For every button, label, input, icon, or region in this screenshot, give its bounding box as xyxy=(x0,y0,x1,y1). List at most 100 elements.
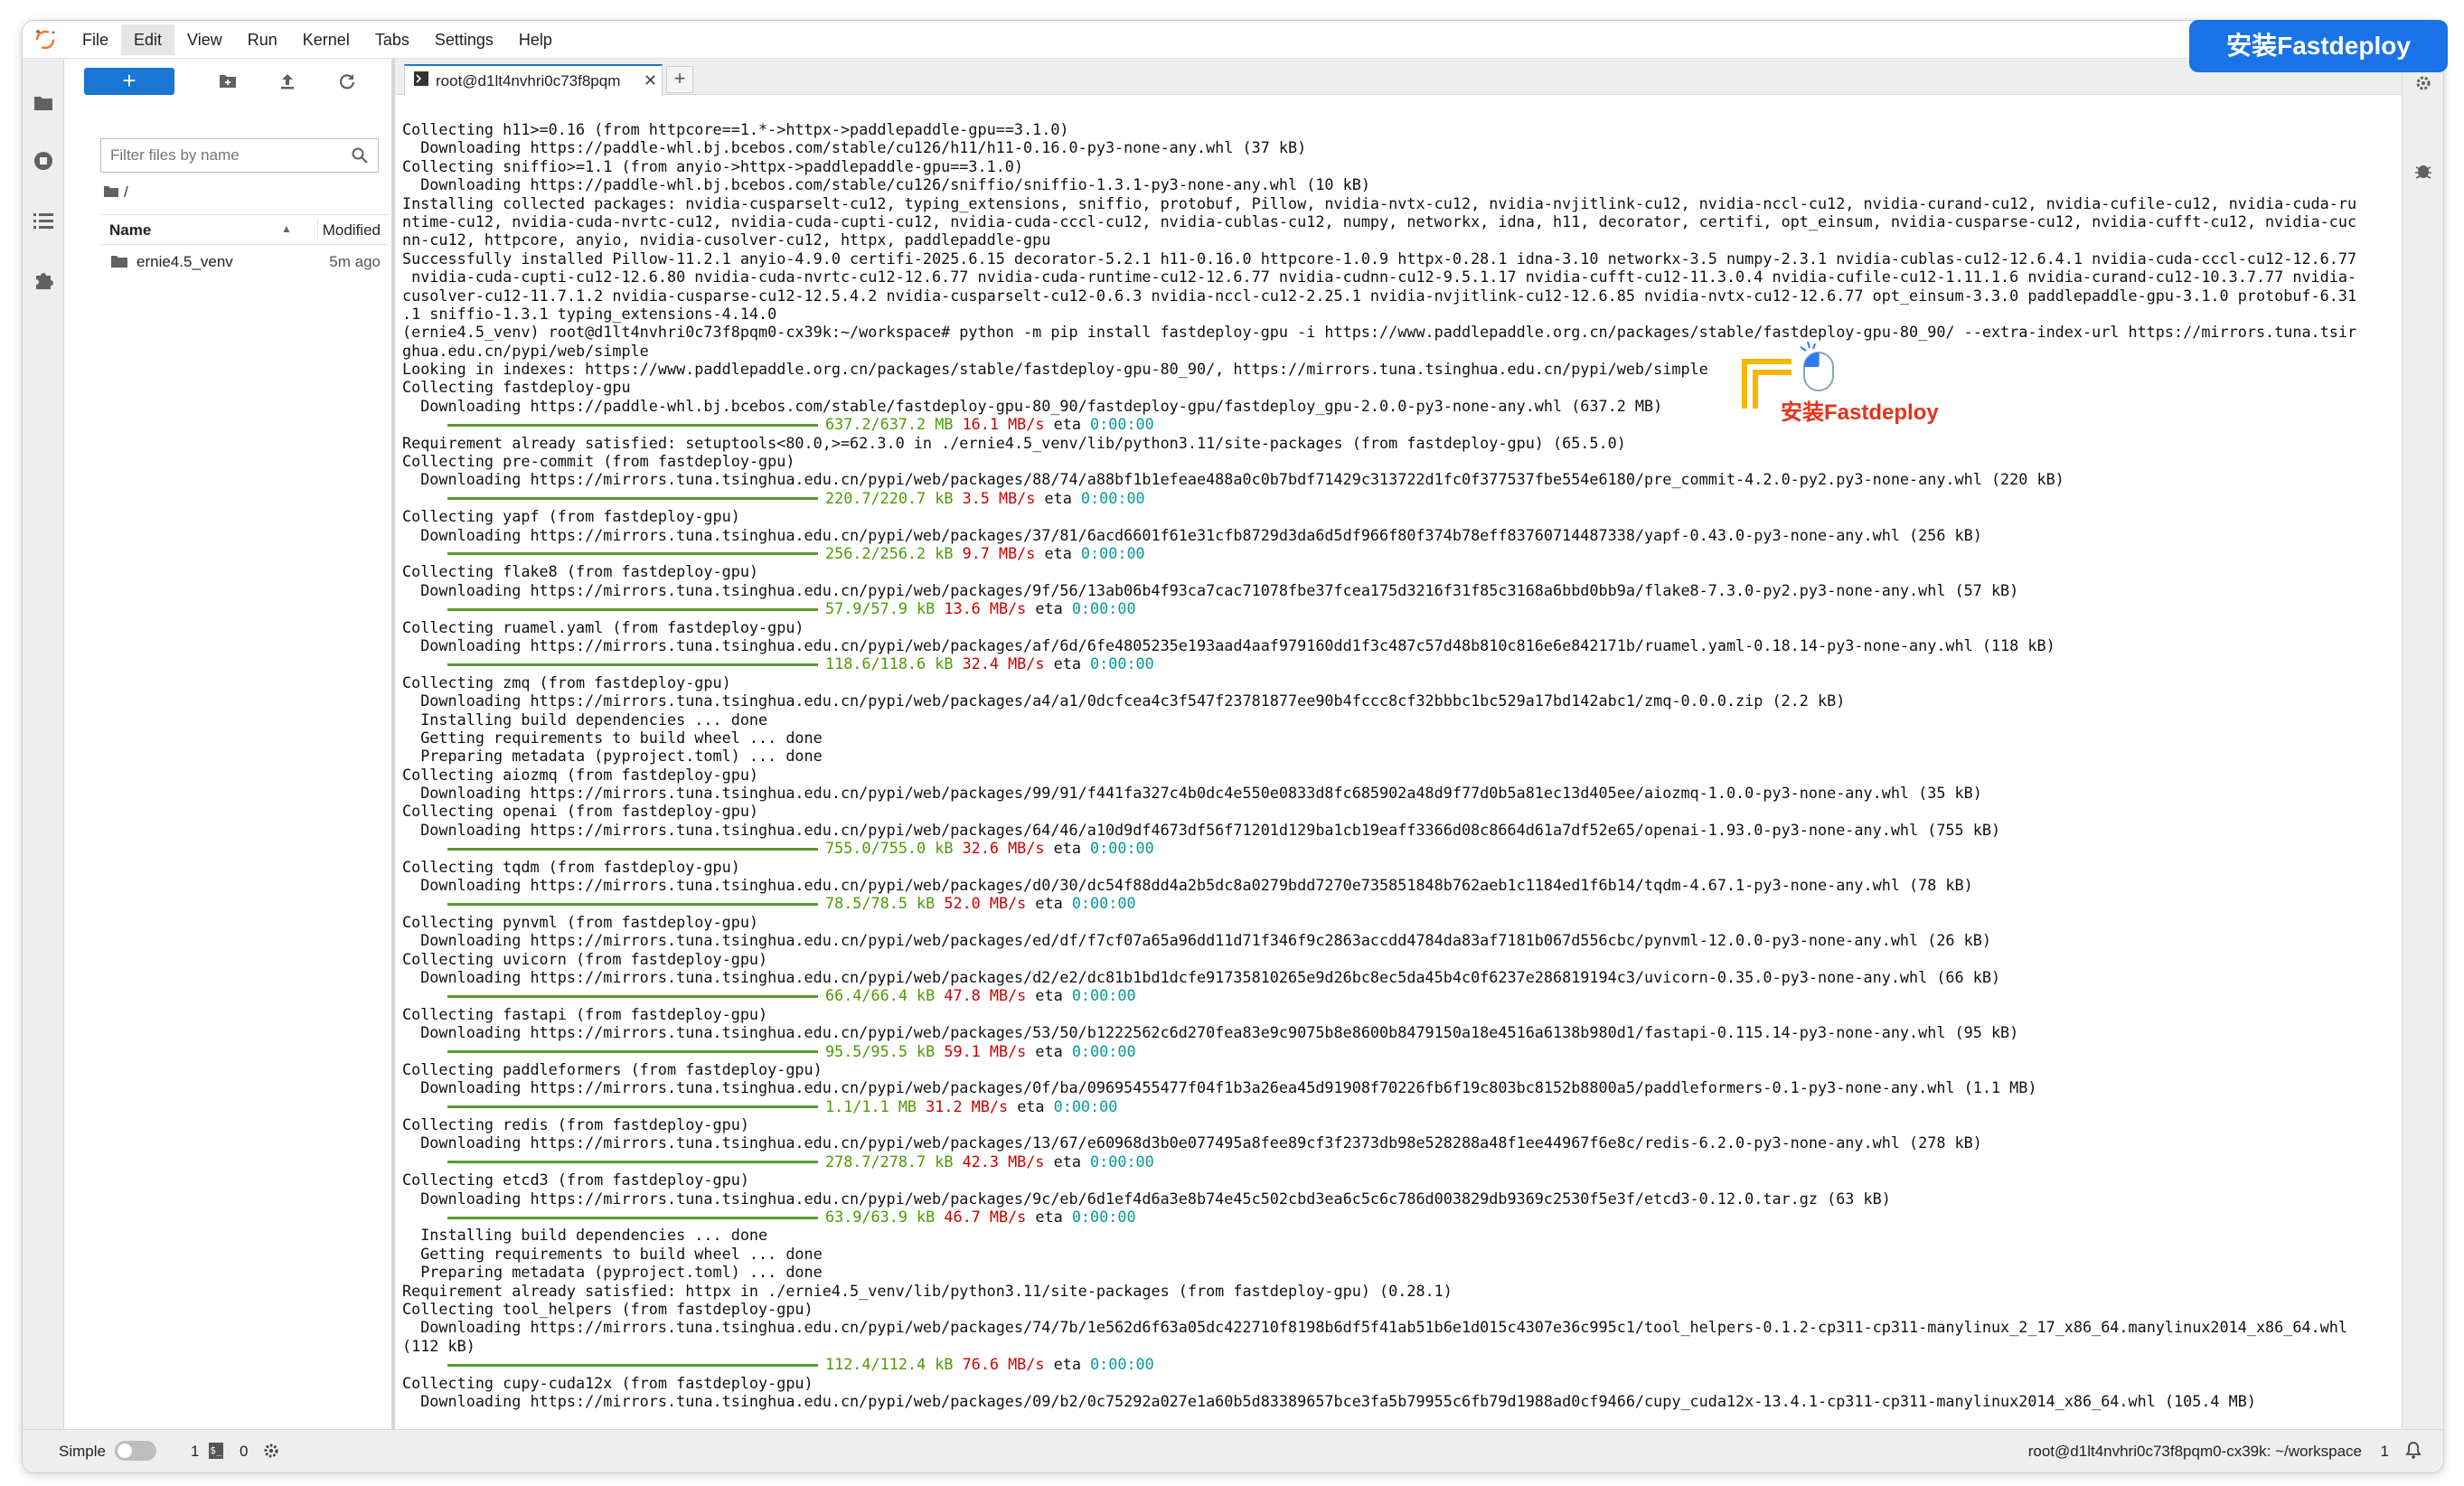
progress-line: 95.5/95.5 kB 59.1 MB/s eta 0:00:00 xyxy=(402,1042,2402,1060)
download-speed: 52.0 MB/s xyxy=(944,894,1027,913)
progress-line: 637.2/637.2 MB 16.1 MB/s eta 0:00:00 xyxy=(402,415,2402,433)
download-speed: 59.1 MB/s xyxy=(944,1041,1027,1060)
progress-bar xyxy=(447,552,818,556)
terminal-line: Downloading https://mirrors.tuna.tsinghu… xyxy=(402,1023,2019,1042)
download-speed: 9.7 MB/s xyxy=(962,543,1036,562)
menu-tabs[interactable]: Tabs xyxy=(362,24,422,55)
download-speed: 16.1 MB/s xyxy=(962,415,1045,434)
column-divider xyxy=(317,219,318,240)
extension-manager-icon[interactable] xyxy=(30,267,57,294)
notification-count: 1 xyxy=(2380,1443,2389,1460)
eta-time: 0:00:00 xyxy=(1071,1208,1136,1227)
notification-bell-icon[interactable] xyxy=(2405,1441,2422,1463)
progress-line: 755.0/755.0 kB 32.6 MB/s eta 0:00:00 xyxy=(402,839,2402,857)
download-speed: 32.6 MB/s xyxy=(962,839,1045,858)
eta-label: eta xyxy=(1035,894,1063,913)
terminal-line: Requirement already satisfied: setuptool… xyxy=(402,433,1626,452)
terminal-line: (ernie4.5_venv) root@d1lt4nvhri0c73f8pqm… xyxy=(402,323,2357,342)
progress-bar xyxy=(447,663,818,666)
download-size: 637.2/637.2 MB xyxy=(825,415,954,434)
menu-kernel[interactable]: Kernel xyxy=(290,24,362,55)
progress-line: 118.6/118.6 kB 32.4 MB/s eta 0:00:00 xyxy=(402,654,2402,672)
simple-mode-label: Simple xyxy=(59,1443,106,1460)
terminal-line: Collecting tqdm (from fastdeploy-gpu) xyxy=(402,857,740,876)
menu-edit[interactable]: Edit xyxy=(121,24,175,55)
file-list-item[interactable]: ernie4.5_venv 5m ago xyxy=(100,249,388,276)
refresh-icon[interactable] xyxy=(335,70,359,93)
terminal-line: Collecting pre-commit (from fastdeploy-g… xyxy=(402,452,795,471)
sort-ascending-icon[interactable]: ▲ xyxy=(281,222,292,235)
search-icon xyxy=(351,146,369,169)
eta-label: eta xyxy=(1035,1041,1063,1060)
new-launcher-button[interactable]: + xyxy=(84,68,174,95)
upload-icon[interactable] xyxy=(276,70,299,93)
mouse-click-icon xyxy=(1799,341,1839,397)
running-sessions-icon[interactable] xyxy=(30,147,57,174)
progress-line: 256.2/256.2 kB 9.7 MB/s eta 0:00:00 xyxy=(402,544,2402,562)
progress-line: 57.9/57.9 kB 13.6 MB/s eta 0:00:00 xyxy=(402,599,2402,617)
terminal-line: Downloading https://mirrors.tuna.tsinghu… xyxy=(402,525,1982,544)
eta-time: 0:00:00 xyxy=(1090,415,1154,434)
progress-line: 63.9/63.9 kB 46.7 MB/s eta 0:00:00 xyxy=(402,1208,2402,1226)
terminal-output[interactable]: Collecting h11>=0.16 (from httpcore==1.*… xyxy=(402,120,2402,1422)
kernel-gear-icon[interactable] xyxy=(263,1443,279,1463)
new-folder-icon[interactable] xyxy=(216,70,240,93)
progress-bar xyxy=(447,1216,818,1219)
progress-bar xyxy=(447,902,818,906)
download-size: 1.1/1.1 MB xyxy=(825,1096,917,1115)
eta-label: eta xyxy=(1053,839,1081,858)
eta-time: 0:00:00 xyxy=(1090,1152,1154,1171)
table-of-contents-icon[interactable] xyxy=(30,207,57,234)
terminal-line: Downloading https://paddle-whl.bj.bcebos… xyxy=(402,396,1663,415)
terminal-line: Collecting fastapi (from fastdeploy-gpu) xyxy=(402,1004,768,1023)
tab-terminal[interactable]: root@d1lt4nvhri0c73f8pqm ✕ xyxy=(404,64,663,96)
download-speed: 76.6 MB/s xyxy=(962,1355,1045,1374)
menu-settings[interactable]: Settings xyxy=(422,24,506,55)
close-icon[interactable]: ✕ xyxy=(644,71,657,90)
menubar: File Edit View Run Kernel Tabs Settings … xyxy=(23,21,2443,59)
download-size: 755.0/755.0 kB xyxy=(825,839,954,858)
download-speed: 13.6 MB/s xyxy=(944,599,1027,618)
terminal-line: Preparing metadata (pyproject.toml) ... … xyxy=(402,747,823,766)
terminal-line: Downloading https://mirrors.tuna.tsinghu… xyxy=(402,1078,2037,1097)
eta-time: 0:00:00 xyxy=(1080,488,1145,507)
terminal-line: Collecting paddleformers (from fastdeplo… xyxy=(402,1059,823,1078)
download-size: 57.9/57.9 kB xyxy=(825,599,936,618)
menu-file[interactable]: File xyxy=(70,24,121,55)
breadcrumb-folder-icon[interactable] xyxy=(104,183,118,202)
terminal-line: Collecting flake8 (from fastdeploy-gpu) xyxy=(402,562,759,581)
terminal-line: Downloading https://mirrors.tuna.tsinghu… xyxy=(402,580,2019,599)
terminal-lines: Collecting h11>=0.16 (from httpcore==1.*… xyxy=(402,120,2402,1410)
jupyterlab-window: File Edit View Run Kernel Tabs Settings … xyxy=(22,20,2444,1473)
terminal-line: Downloading https://mirrors.tuna.tsinghu… xyxy=(402,931,1991,950)
eta-label: eta xyxy=(1053,1355,1081,1374)
eta-time: 0:00:00 xyxy=(1071,1041,1136,1060)
simple-mode-toggle[interactable] xyxy=(115,1441,156,1461)
property-inspector-icon[interactable] xyxy=(2410,70,2437,97)
terminal-line: Looking in indexes: https://www.paddlepa… xyxy=(402,360,1708,379)
download-size: 112.4/112.4 kB xyxy=(825,1355,954,1374)
menu-help[interactable]: Help xyxy=(506,24,565,55)
status-bar: Simple 1 $_ 0 root@d1lt4nvhri0c73f8pqm0-… xyxy=(23,1429,2443,1472)
debugger-icon[interactable] xyxy=(2410,156,2437,183)
menu-run[interactable]: Run xyxy=(235,24,290,55)
new-tab-button[interactable]: + xyxy=(666,66,693,93)
terminal-line: Collecting openai (from fastdeploy-gpu) xyxy=(402,802,759,821)
terminal-line: Collecting etcd3 (from fastdeploy-gpu) xyxy=(402,1171,749,1190)
folder-icon[interactable] xyxy=(30,89,57,117)
terminal-line: Downloading https://mirrors.tuna.tsinghu… xyxy=(402,1391,2256,1410)
file-modified: 5m ago xyxy=(329,253,381,270)
file-filter-input[interactable] xyxy=(101,139,327,172)
terminal-line: Downloading https://mirrors.tuna.tsinghu… xyxy=(402,967,2001,986)
menu-view[interactable]: View xyxy=(174,24,235,55)
terminal-count-icon[interactable]: $_ xyxy=(209,1443,223,1459)
download-size: 256.2/256.2 kB xyxy=(825,543,954,562)
terminal-line: Collecting fastdeploy-gpu xyxy=(402,378,631,397)
column-modified-header[interactable]: Modified xyxy=(323,221,381,240)
terminal-path-status: root@d1lt4nvhri0c73f8pqm0-cx39k: ~/works… xyxy=(2027,1443,2362,1460)
right-sidebar xyxy=(2402,59,2443,1431)
column-name-header[interactable]: Name xyxy=(109,221,151,240)
jupyter-logo-icon xyxy=(32,26,59,53)
main-area: root@d1lt4nvhri0c73f8pqm ✕ + Collecting … xyxy=(395,59,2443,1431)
breadcrumb-root[interactable]: / xyxy=(124,183,128,202)
